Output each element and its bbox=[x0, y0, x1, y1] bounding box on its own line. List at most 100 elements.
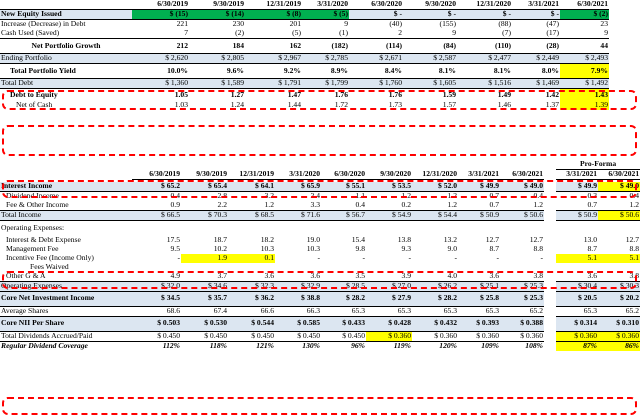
cell[interactable]: $ 25.1 bbox=[458, 281, 500, 292]
cell[interactable]: $ 0.360 bbox=[500, 331, 544, 342]
cell[interactable]: $ 0.450 bbox=[275, 331, 321, 342]
cell[interactable]: 9.6% bbox=[189, 64, 245, 79]
cell[interactable] bbox=[321, 263, 366, 272]
cell[interactable]: $ 0.544 bbox=[228, 315, 275, 332]
cell[interactable]: $ - bbox=[349, 9, 403, 20]
cell[interactable]: 230 bbox=[189, 20, 245, 30]
cell[interactable]: 96% bbox=[321, 341, 366, 351]
proforma-cell[interactable]: $ 30.3 bbox=[598, 281, 640, 292]
cell[interactable]: 18.2 bbox=[228, 236, 275, 245]
cell[interactable]: 0.7 bbox=[458, 192, 500, 202]
cell[interactable]: 162 bbox=[245, 39, 302, 54]
cell[interactable]: 0.4 bbox=[132, 192, 181, 202]
cell[interactable] bbox=[500, 221, 544, 236]
cell[interactable]: 65.3 bbox=[366, 306, 412, 316]
cell[interactable]: 0.7 bbox=[458, 201, 500, 211]
cell[interactable]: $ 2,671 bbox=[349, 53, 403, 64]
cell[interactable]: 9.2% bbox=[245, 64, 302, 79]
cell[interactable]: $ 32.9 bbox=[275, 281, 321, 292]
cell[interactable]: (182) bbox=[302, 39, 349, 54]
cell[interactable]: 66.6 bbox=[228, 306, 275, 316]
cell[interactable] bbox=[275, 263, 321, 272]
cell[interactable]: (7) bbox=[457, 29, 512, 39]
cell[interactable] bbox=[321, 221, 366, 236]
cell[interactable]: $ 28.2 bbox=[321, 291, 366, 307]
cell[interactable]: $ 1,799 bbox=[302, 78, 349, 89]
cell[interactable]: $ 0.360 bbox=[366, 331, 412, 342]
cell[interactable]: $ 2,805 bbox=[189, 53, 245, 64]
cell[interactable] bbox=[228, 263, 275, 272]
proforma-cell[interactable] bbox=[598, 221, 640, 236]
cell[interactable]: 1.72 bbox=[302, 101, 349, 110]
cell[interactable]: $ 50.6 bbox=[500, 210, 544, 221]
cell[interactable]: $ 25.3 bbox=[500, 281, 544, 292]
cell[interactable]: $ 36.2 bbox=[228, 291, 275, 307]
proforma-cell[interactable]: 87% bbox=[556, 341, 598, 351]
cell[interactable]: $ 55.1 bbox=[321, 182, 366, 192]
cell[interactable]: $ (15) bbox=[132, 9, 189, 20]
cell[interactable]: 10.0% bbox=[132, 64, 189, 79]
proforma-cell[interactable]: 13.0 bbox=[556, 236, 598, 245]
cell[interactable]: $ 0.585 bbox=[275, 315, 321, 332]
cell[interactable]: $ 25.8 bbox=[458, 291, 500, 307]
cell[interactable]: $ 0.450 bbox=[132, 331, 181, 342]
cell[interactable]: 2.2 bbox=[181, 201, 228, 211]
cell[interactable]: 1.39 bbox=[560, 101, 609, 110]
cell[interactable]: - bbox=[412, 254, 458, 263]
cell[interactable]: $ 1,605 bbox=[403, 78, 457, 89]
cell[interactable]: 0.9 bbox=[132, 201, 181, 211]
cell[interactable]: 3.7 bbox=[181, 271, 228, 282]
cell[interactable]: $ (5) bbox=[302, 9, 349, 20]
cell[interactable]: $ 1,492 bbox=[560, 78, 609, 89]
proforma-cell[interactable]: $ 0.310 bbox=[598, 315, 640, 332]
cell[interactable]: $ 1,760 bbox=[349, 78, 403, 89]
cell[interactable]: (1) bbox=[302, 29, 349, 39]
proforma-cell[interactable]: 0.4 bbox=[598, 192, 640, 202]
cell[interactable]: 3.6 bbox=[275, 271, 321, 282]
cell[interactable] bbox=[366, 221, 412, 236]
proforma-cell[interactable]: 1.2 bbox=[598, 201, 640, 211]
cell[interactable]: (47) bbox=[512, 20, 560, 30]
cell[interactable]: 9.8 bbox=[321, 245, 366, 254]
cell[interactable]: 4.9 bbox=[132, 271, 181, 282]
cell[interactable]: $ 27.0 bbox=[366, 281, 412, 292]
cell[interactable]: 109% bbox=[458, 341, 500, 351]
cell[interactable]: 1.2 bbox=[500, 201, 544, 211]
cell[interactable]: $ 32.3 bbox=[228, 281, 275, 292]
cell[interactable]: $ 1,469 bbox=[512, 78, 560, 89]
cell[interactable]: 212 bbox=[132, 39, 189, 54]
cell[interactable]: $ 2,587 bbox=[403, 53, 457, 64]
cell[interactable] bbox=[275, 221, 321, 236]
cell[interactable]: 0.2 bbox=[366, 201, 412, 211]
cell[interactable]: 120% bbox=[412, 341, 458, 351]
cell[interactable]: 3.8 bbox=[500, 271, 544, 282]
proforma-cell[interactable]: $ 0.360 bbox=[556, 331, 598, 342]
proforma-cell[interactable]: $ 49.9 bbox=[556, 182, 598, 192]
cell[interactable]: 9.5 bbox=[132, 245, 181, 254]
cell[interactable]: 1.47 bbox=[245, 89, 302, 102]
cell[interactable]: (110) bbox=[457, 39, 512, 54]
cell[interactable]: 4.0 bbox=[412, 271, 458, 282]
proforma-cell[interactable]: $ 30.4 bbox=[556, 281, 598, 292]
proforma-cell[interactable] bbox=[556, 221, 598, 236]
cell[interactable]: 8.1% bbox=[403, 64, 457, 79]
cell[interactable] bbox=[132, 263, 181, 272]
cell[interactable]: 65.3 bbox=[412, 306, 458, 316]
cell[interactable]: $ 1,589 bbox=[189, 78, 245, 89]
cell[interactable]: 3.6 bbox=[228, 271, 275, 282]
proforma-cell[interactable]: $ 20.2 bbox=[598, 291, 640, 307]
cell[interactable]: 0.4 bbox=[500, 192, 544, 202]
cell[interactable]: 2 bbox=[349, 29, 403, 39]
cell[interactable]: 66.3 bbox=[275, 306, 321, 316]
cell[interactable]: 3.3 bbox=[275, 201, 321, 211]
cell[interactable] bbox=[181, 221, 228, 236]
cell[interactable]: 1.57 bbox=[403, 101, 457, 110]
cell[interactable]: - bbox=[132, 254, 181, 263]
cell[interactable]: 130% bbox=[275, 341, 321, 351]
cell[interactable] bbox=[366, 263, 412, 272]
cell[interactable]: $ 2,449 bbox=[512, 53, 560, 64]
cell[interactable]: 121% bbox=[228, 341, 275, 351]
cell[interactable]: $ 28.2 bbox=[412, 291, 458, 307]
cell[interactable] bbox=[500, 263, 544, 272]
cell[interactable]: $ (14) bbox=[189, 9, 245, 20]
